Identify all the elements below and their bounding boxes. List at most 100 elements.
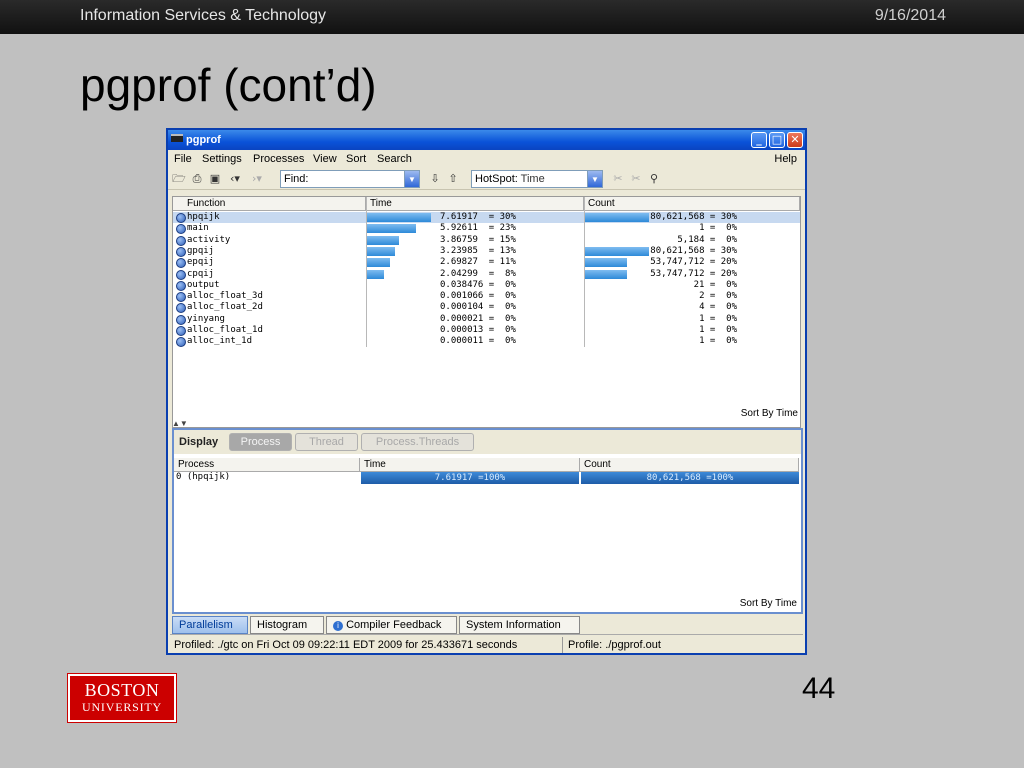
close-button[interactable]: ✕ bbox=[787, 132, 803, 148]
function-icon bbox=[176, 303, 186, 314]
function-icon bbox=[176, 337, 186, 348]
tab-system-information[interactable]: System Information bbox=[459, 616, 580, 634]
table-row[interactable]: epqij 2.69827 = 11% 53,747,712 = 20% bbox=[173, 257, 800, 269]
table-row[interactable]: main 5.92611 = 23% 1 = 0% bbox=[173, 223, 800, 235]
col-header-count[interactable]: Count bbox=[584, 197, 800, 211]
time-value: 0.000021 = 0% bbox=[440, 313, 516, 324]
menu-settings[interactable]: Settings bbox=[202, 153, 242, 165]
table-row[interactable]: hpqijk 7.61917 = 30% 80,621,568 = 30% bbox=[173, 212, 800, 224]
tool-disabled-icon-2[interactable]: ✂ bbox=[629, 172, 643, 186]
tool-disabled-icon-1[interactable]: ✂ bbox=[611, 172, 625, 186]
table-row[interactable]: activity 3.86759 = 15% 5,184 = 0% bbox=[173, 235, 800, 246]
sort-by-time-label[interactable]: Sort By Time bbox=[741, 408, 798, 419]
column-divider bbox=[366, 197, 367, 347]
tab-parallelism[interactable]: Parallelism bbox=[172, 616, 248, 634]
col-header-time[interactable]: Time bbox=[366, 197, 584, 211]
menu-search[interactable]: Search bbox=[377, 153, 412, 165]
count-value: 53,747,712 = 20% bbox=[650, 257, 737, 268]
time-value: 5.92611 = 23% bbox=[440, 223, 516, 234]
time-bar bbox=[367, 235, 399, 245]
col-header-process[interactable]: Process bbox=[174, 458, 360, 472]
time-value: 2.69827 = 11% bbox=[440, 257, 516, 268]
menu-view[interactable]: View bbox=[313, 153, 337, 165]
find-combo[interactable]: Find: ▼ bbox=[280, 170, 420, 188]
thread-button[interactable]: Thread bbox=[295, 433, 358, 451]
table-row[interactable]: alloc_float_1d 0.000013 = 0% 1 = 0% bbox=[173, 325, 800, 336]
splitter-arrows-icon[interactable]: ▲▼ bbox=[172, 419, 188, 428]
function-name: alloc_int_1d bbox=[187, 336, 253, 347]
display-label: Display bbox=[179, 436, 219, 448]
function-name: activity bbox=[187, 234, 231, 245]
table-row[interactable]: yinyang 0.000021 = 0% 1 = 0% bbox=[173, 314, 800, 325]
col-header-time[interactable]: Time bbox=[360, 458, 580, 472]
menu-help[interactable]: Help bbox=[774, 153, 797, 165]
process-button[interactable]: Process bbox=[229, 433, 292, 451]
maximize-button[interactable]: □ bbox=[769, 132, 785, 148]
tab-compiler-feedback[interactable]: i Compiler Feedback bbox=[326, 616, 457, 634]
boston-university-logo: BOSTON UNIVERSITY bbox=[67, 673, 177, 723]
window-title: pgprof bbox=[186, 134, 221, 146]
count-value: 1 = 0% bbox=[699, 325, 737, 335]
function-icon bbox=[176, 213, 186, 223]
function-name: epqij bbox=[187, 257, 215, 268]
count-value: 4 = 0% bbox=[699, 302, 737, 313]
back-icon[interactable]: ‹▾ bbox=[228, 172, 242, 186]
time-bar bbox=[367, 246, 395, 256]
org-name: Information Services & Technology bbox=[80, 7, 327, 24]
tab-compiler-feedback-label: Compiler Feedback bbox=[346, 619, 442, 631]
col-header-function[interactable]: Function bbox=[173, 197, 366, 211]
time-value: 0.000104 = 0% bbox=[440, 302, 516, 313]
display-bar: Display Process Thread Process.Threads bbox=[174, 430, 801, 454]
time-value: 0.038476 = 0% bbox=[440, 279, 516, 290]
table-row[interactable]: alloc_float_2d 0.000104 = 0% 4 = 0% bbox=[173, 302, 800, 314]
status-profile-file: Profile: ./pgprof.out bbox=[568, 639, 661, 651]
function-name: output bbox=[187, 279, 220, 290]
time-value: 3.23985 = 13% bbox=[440, 245, 516, 256]
find-dropdown-icon[interactable]: ▼ bbox=[404, 170, 420, 188]
menu-processes[interactable]: Processes bbox=[253, 153, 304, 165]
app-icon bbox=[171, 134, 183, 142]
function-table: Function Time Count hpqijk 7.61917 = 30% 8… bbox=[172, 196, 801, 428]
count-value: 5,184 = 0% bbox=[677, 234, 737, 245]
find-down-icon[interactable]: ⇩ bbox=[428, 172, 442, 186]
logo-line-1: BOSTON bbox=[84, 680, 160, 700]
time-bar bbox=[367, 269, 384, 279]
function-icon bbox=[176, 314, 186, 325]
logo-line-2: UNIVERSITY bbox=[82, 700, 162, 714]
sort-by-time-label[interactable]: Sort By Time bbox=[740, 598, 797, 609]
time-value: 2.04299 = 8% bbox=[440, 268, 516, 279]
minimize-button[interactable]: _ bbox=[751, 132, 767, 148]
col-header-count[interactable]: Count bbox=[580, 458, 799, 472]
hotspot-combo[interactable]: HotSpot: Time ▼ bbox=[471, 170, 603, 188]
status-divider bbox=[562, 637, 563, 653]
function-name: alloc_float_1d bbox=[187, 325, 263, 335]
count-value: 53,747,712 = 20% bbox=[650, 268, 737, 279]
time-value: 7.61917 = 30% bbox=[440, 212, 516, 222]
menu-file[interactable]: File bbox=[174, 153, 192, 165]
forward-icon[interactable]: ›▾ bbox=[250, 172, 264, 186]
table-row[interactable]: cpqij 2.04299 = 8% 53,747,712 = 20% bbox=[173, 269, 800, 280]
print-icon[interactable]: ⎙ bbox=[190, 172, 204, 186]
bottom-tabs: Parallelism Histogram i Compiler Feedbac… bbox=[170, 616, 803, 634]
function-name: gpqij bbox=[187, 245, 215, 256]
table-row[interactable]: alloc_int_1d 0.000011 = 0% 1 = 0% bbox=[173, 336, 800, 348]
info-icon: i bbox=[333, 621, 343, 631]
table-row[interactable]: output 0.038476 = 0% 21 = 0% bbox=[173, 280, 800, 291]
table-row[interactable]: alloc_float_3d 0.001066 = 0% 2 = 0% bbox=[173, 291, 800, 303]
save-icon[interactable]: ▣ bbox=[208, 172, 222, 186]
hotspot-dropdown-icon[interactable]: ▼ bbox=[587, 170, 603, 188]
process-threads-button[interactable]: Process.Threads bbox=[361, 433, 474, 451]
count-value: 1 = 0% bbox=[699, 336, 737, 347]
menu-sort[interactable]: Sort bbox=[346, 153, 366, 165]
tool-icon[interactable]: ⚲ bbox=[647, 172, 661, 186]
table-row[interactable]: 0 (hpqijk) 7.61917 =100% 80,621,568 =100… bbox=[174, 472, 799, 484]
table-row[interactable]: gpqij 3.23985 = 13% 80,621,568 = 30% bbox=[173, 246, 800, 257]
slide-date: 9/16/2014 bbox=[874, 7, 946, 24]
tab-histogram[interactable]: Histogram bbox=[250, 616, 324, 634]
window-titlebar[interactable]: pgprof _ □ ✕ bbox=[168, 130, 805, 150]
find-up-icon[interactable]: ⇧ bbox=[446, 172, 460, 186]
open-folder-icon[interactable]: 🗁 bbox=[172, 172, 186, 186]
status-bar: Profiled: ./gtc on Fri Oct 09 09:22:11 E… bbox=[170, 634, 803, 654]
time-bar bbox=[367, 258, 391, 268]
function-icon bbox=[176, 224, 186, 235]
